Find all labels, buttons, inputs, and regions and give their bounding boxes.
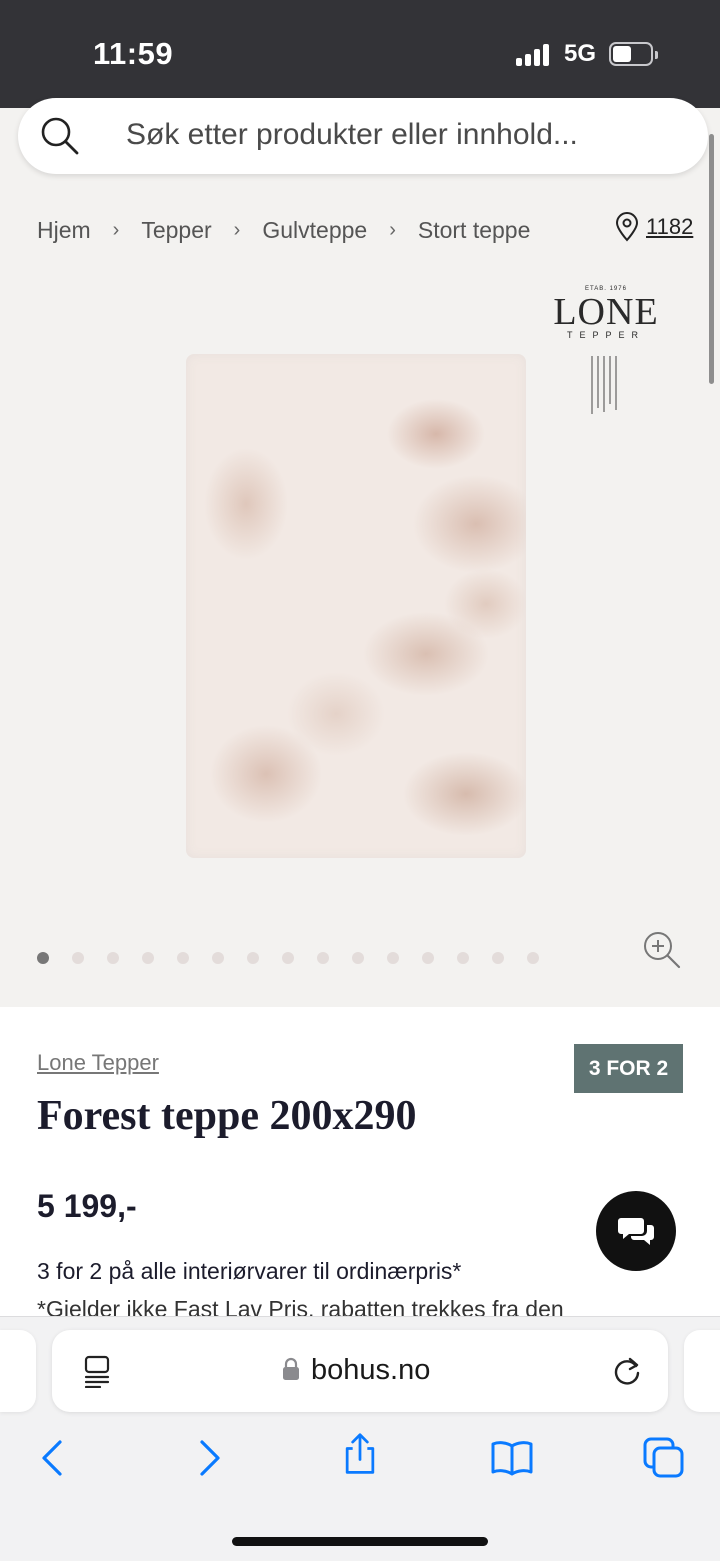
logo-lines [591, 356, 617, 414]
chat-icon [618, 1218, 654, 1245]
brand-logo: ETAB. 1976 LONE TEPPER [548, 280, 664, 420]
tabs-icon[interactable] [642, 1436, 686, 1480]
gallery-dot[interactable] [177, 952, 189, 964]
gallery-dot[interactable] [142, 952, 154, 964]
breadcrumb: Hjem › Tepper › Gulvteppe › Stort teppe [37, 214, 530, 246]
home-indicator[interactable] [232, 1537, 488, 1546]
gallery-dot[interactable] [387, 952, 399, 964]
breadcrumb-item-stort-teppe[interactable]: Stort teppe [418, 217, 531, 244]
reader-icon[interactable] [82, 1354, 114, 1388]
chevron-right-icon: › [233, 218, 241, 241]
scrollbar[interactable] [709, 134, 714, 384]
gallery-dot[interactable] [492, 952, 504, 964]
search-icon [41, 117, 79, 155]
forward-icon[interactable] [186, 1436, 230, 1480]
location-pin-icon [615, 212, 639, 242]
gallery-dot[interactable] [37, 952, 49, 964]
next-tab[interactable] [684, 1330, 720, 1412]
breadcrumb-item-tepper[interactable]: Tepper [141, 217, 211, 244]
gallery-dot[interactable] [247, 952, 259, 964]
gallery-dot[interactable] [527, 952, 539, 964]
promo-note: *Gjelder ikke Fast Lav Pris, rabatten tr… [37, 1296, 564, 1316]
share-icon[interactable] [338, 1432, 382, 1476]
store-location[interactable]: 1182 [614, 212, 693, 242]
zoom-icon[interactable] [642, 930, 682, 970]
network-label: 5G [564, 40, 597, 67]
chat-button[interactable] [596, 1191, 676, 1271]
promo-badge: 3 FOR 2 [574, 1044, 683, 1093]
product-title: Forest teppe 200x290 [37, 1093, 417, 1139]
gallery-dot[interactable] [352, 952, 364, 964]
search-bar[interactable] [18, 98, 708, 174]
breadcrumb-item-hjem[interactable]: Hjem [37, 217, 91, 244]
gallery-dot[interactable] [72, 952, 84, 964]
back-icon[interactable] [32, 1436, 76, 1480]
gallery-dot[interactable] [107, 952, 119, 964]
gallery-dot[interactable] [457, 952, 469, 964]
signal-icon [516, 44, 550, 66]
gallery-dot[interactable] [317, 952, 329, 964]
lock-icon [283, 1357, 299, 1380]
status-time: 11:59 [93, 36, 174, 71]
brand-link[interactable]: Lone Tepper [37, 1050, 159, 1076]
gallery-pagination[interactable] [37, 952, 562, 964]
promo-text: 3 for 2 på alle interiørvarer til ordinæ… [37, 1258, 462, 1284]
logo-name: LONE [553, 291, 659, 333]
status-bar: 11:59 5G [0, 0, 720, 108]
battery-icon [609, 42, 658, 66]
chevron-right-icon: › [112, 218, 120, 241]
search-input[interactable] [126, 112, 686, 158]
gallery-dot[interactable] [422, 952, 434, 964]
reload-icon[interactable] [610, 1354, 644, 1388]
gallery-dot[interactable] [212, 952, 224, 964]
url-text[interactable]: bohus.no [311, 1354, 430, 1387]
gallery-dot[interactable] [282, 952, 294, 964]
previous-tab[interactable] [0, 1330, 36, 1412]
product-image[interactable] [186, 354, 526, 858]
product-price: 5 199,- [37, 1188, 137, 1224]
chevron-right-icon: › [389, 218, 396, 241]
bookmarks-icon[interactable] [490, 1436, 534, 1480]
address-bar[interactable]: bohus.no [52, 1330, 668, 1412]
breadcrumb-item-gulvteppe[interactable]: Gulvteppe [262, 217, 367, 244]
location-label[interactable]: 1182 [646, 214, 693, 240]
